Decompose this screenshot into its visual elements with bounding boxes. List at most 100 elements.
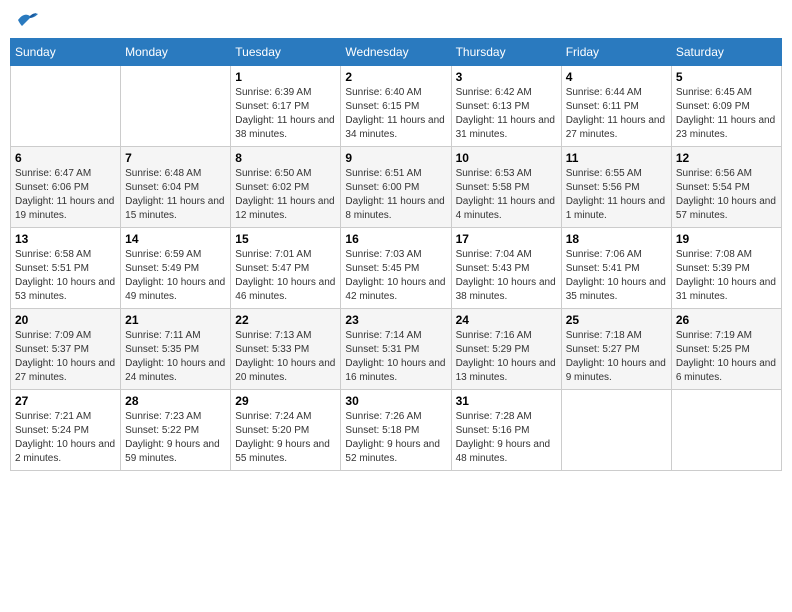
day-number: 30 (345, 394, 446, 408)
day-number: 17 (456, 232, 557, 246)
calendar-week-row: 1 Sunrise: 6:39 AMSunset: 6:17 PMDaylight… (11, 66, 782, 147)
calendar-cell: 29 Sunrise: 7:24 AMSunset: 5:20 PMDayligh… (231, 390, 341, 471)
weekday-header-monday: Monday (121, 39, 231, 66)
day-number: 29 (235, 394, 336, 408)
day-info: Sunrise: 7:21 AMSunset: 5:24 PMDaylight:… (15, 410, 116, 466)
day-number: 14 (125, 232, 226, 246)
day-number: 11 (566, 151, 667, 165)
weekday-header-thursday: Thursday (451, 39, 561, 66)
day-number: 3 (456, 70, 557, 84)
weekday-header-sunday: Sunday (11, 39, 121, 66)
calendar-header-row: SundayMondayTuesdayWednesdayThursdayFrid… (11, 39, 782, 66)
calendar-week-row: 27 Sunrise: 7:21 AMSunset: 5:24 PMDayligh… (11, 390, 782, 471)
day-info: Sunrise: 6:44 AMSunset: 6:11 PMDaylight:… (566, 86, 667, 142)
calendar-cell: 25 Sunrise: 7:18 AMSunset: 5:27 PMDayligh… (561, 309, 671, 390)
day-number: 26 (676, 313, 777, 327)
calendar-cell: 21 Sunrise: 7:11 AMSunset: 5:35 PMDayligh… (121, 309, 231, 390)
calendar-cell: 28 Sunrise: 7:23 AMSunset: 5:22 PMDayligh… (121, 390, 231, 471)
day-number: 28 (125, 394, 226, 408)
day-info: Sunrise: 7:18 AMSunset: 5:27 PMDaylight:… (566, 329, 667, 385)
calendar-cell (121, 66, 231, 147)
day-info: Sunrise: 6:40 AMSunset: 6:15 PMDaylight:… (345, 86, 446, 142)
calendar-cell: 7 Sunrise: 6:48 AMSunset: 6:04 PMDaylight… (121, 147, 231, 228)
day-number: 21 (125, 313, 226, 327)
day-number: 1 (235, 70, 336, 84)
calendar-cell: 24 Sunrise: 7:16 AMSunset: 5:29 PMDayligh… (451, 309, 561, 390)
calendar-cell: 26 Sunrise: 7:19 AMSunset: 5:25 PMDayligh… (671, 309, 781, 390)
calendar-cell: 4 Sunrise: 6:44 AMSunset: 6:11 PMDaylight… (561, 66, 671, 147)
day-info: Sunrise: 6:58 AMSunset: 5:51 PMDaylight:… (15, 248, 116, 304)
day-info: Sunrise: 7:28 AMSunset: 5:16 PMDaylight:… (456, 410, 557, 466)
weekday-header-saturday: Saturday (671, 39, 781, 66)
calendar-week-row: 6 Sunrise: 6:47 AMSunset: 6:06 PMDaylight… (11, 147, 782, 228)
calendar-cell: 22 Sunrise: 7:13 AMSunset: 5:33 PMDayligh… (231, 309, 341, 390)
day-number: 6 (15, 151, 116, 165)
weekday-header-wednesday: Wednesday (341, 39, 451, 66)
day-info: Sunrise: 7:11 AMSunset: 5:35 PMDaylight:… (125, 329, 226, 385)
day-info: Sunrise: 7:06 AMSunset: 5:41 PMDaylight:… (566, 248, 667, 304)
day-number: 25 (566, 313, 667, 327)
calendar-cell: 1 Sunrise: 6:39 AMSunset: 6:17 PMDaylight… (231, 66, 341, 147)
logo (14, 10, 40, 30)
day-number: 7 (125, 151, 226, 165)
day-number: 5 (676, 70, 777, 84)
logo-bird-icon (16, 10, 40, 30)
calendar-cell: 8Sunrise: 6:50 AMSunset: 6:02 PMDaylight… (231, 147, 341, 228)
calendar-week-row: 13Sunrise: 6:58 AMSunset: 5:51 PMDayligh… (11, 228, 782, 309)
calendar-cell: 12 Sunrise: 6:56 AMSunset: 5:54 PMDayligh… (671, 147, 781, 228)
calendar-cell: 11 Sunrise: 6:55 AMSunset: 5:56 PMDayligh… (561, 147, 671, 228)
day-info: Sunrise: 6:56 AMSunset: 5:54 PMDaylight:… (676, 167, 777, 223)
day-number: 16 (345, 232, 446, 246)
calendar-table: SundayMondayTuesdayWednesdayThursdayFrid… (10, 38, 782, 471)
day-info: Sunrise: 6:53 AMSunset: 5:58 PMDaylight:… (456, 167, 557, 223)
day-info: Sunrise: 7:13 AMSunset: 5:33 PMDaylight:… (235, 329, 336, 385)
day-info: Sunrise: 6:42 AMSunset: 6:13 PMDaylight:… (456, 86, 557, 142)
calendar-cell: 15 Sunrise: 7:01 AMSunset: 5:47 PMDayligh… (231, 228, 341, 309)
calendar-cell (671, 390, 781, 471)
calendar-cell (11, 66, 121, 147)
calendar-cell: 16 Sunrise: 7:03 AMSunset: 5:45 PMDayligh… (341, 228, 451, 309)
day-number: 12 (676, 151, 777, 165)
day-info: Sunrise: 7:03 AMSunset: 5:45 PMDaylight:… (345, 248, 446, 304)
calendar-cell: 13Sunrise: 6:58 AMSunset: 5:51 PMDayligh… (11, 228, 121, 309)
day-info: Sunrise: 7:24 AMSunset: 5:20 PMDaylight:… (235, 410, 336, 466)
day-info: Sunrise: 7:23 AMSunset: 5:22 PMDaylight:… (125, 410, 226, 466)
calendar-cell: 23 Sunrise: 7:14 AMSunset: 5:31 PMDayligh… (341, 309, 451, 390)
calendar-cell: 18 Sunrise: 7:06 AMSunset: 5:41 PMDayligh… (561, 228, 671, 309)
day-number: 23 (345, 313, 446, 327)
day-info: Sunrise: 7:01 AMSunset: 5:47 PMDaylight:… (235, 248, 336, 304)
day-number: 4 (566, 70, 667, 84)
day-number: 15 (235, 232, 336, 246)
calendar-cell: 5 Sunrise: 6:45 AMSunset: 6:09 PMDaylight… (671, 66, 781, 147)
calendar-cell: 9Sunrise: 6:51 AMSunset: 6:00 PMDaylight… (341, 147, 451, 228)
day-info: Sunrise: 6:47 AMSunset: 6:06 PMDaylight:… (15, 167, 116, 223)
calendar-cell (561, 390, 671, 471)
calendar-cell: 20Sunrise: 7:09 AMSunset: 5:37 PMDayligh… (11, 309, 121, 390)
day-number: 24 (456, 313, 557, 327)
calendar-cell: 19Sunrise: 7:08 AMSunset: 5:39 PMDayligh… (671, 228, 781, 309)
calendar-cell: 10 Sunrise: 6:53 AMSunset: 5:58 PMDayligh… (451, 147, 561, 228)
day-number: 18 (566, 232, 667, 246)
weekday-header-tuesday: Tuesday (231, 39, 341, 66)
day-info: Sunrise: 6:59 AMSunset: 5:49 PMDaylight:… (125, 248, 226, 304)
day-info: Sunrise: 7:19 AMSunset: 5:25 PMDaylight:… (676, 329, 777, 385)
page-header (10, 10, 782, 30)
day-info: Sunrise: 7:04 AMSunset: 5:43 PMDaylight:… (456, 248, 557, 304)
day-info: Sunrise: 6:55 AMSunset: 5:56 PMDaylight:… (566, 167, 667, 223)
day-number: 31 (456, 394, 557, 408)
day-info: Sunrise: 7:14 AMSunset: 5:31 PMDaylight:… (345, 329, 446, 385)
day-number: 22 (235, 313, 336, 327)
day-info: Sunrise: 7:08 AMSunset: 5:39 PMDaylight:… (676, 248, 777, 304)
day-number: 20 (15, 313, 116, 327)
day-info: Sunrise: 7:16 AMSunset: 5:29 PMDaylight:… (456, 329, 557, 385)
day-info: Sunrise: 6:45 AMSunset: 6:09 PMDaylight:… (676, 86, 777, 142)
day-number: 9 (345, 151, 446, 165)
day-number: 8 (235, 151, 336, 165)
calendar-cell: 6 Sunrise: 6:47 AMSunset: 6:06 PMDaylight… (11, 147, 121, 228)
day-info: Sunrise: 6:39 AMSunset: 6:17 PMDaylight:… (235, 86, 336, 142)
day-info: Sunrise: 6:48 AMSunset: 6:04 PMDaylight:… (125, 167, 226, 223)
calendar-cell: 3 Sunrise: 6:42 AMSunset: 6:13 PMDaylight… (451, 66, 561, 147)
day-number: 10 (456, 151, 557, 165)
day-number: 27 (15, 394, 116, 408)
day-info: Sunrise: 7:26 AMSunset: 5:18 PMDaylight:… (345, 410, 446, 466)
